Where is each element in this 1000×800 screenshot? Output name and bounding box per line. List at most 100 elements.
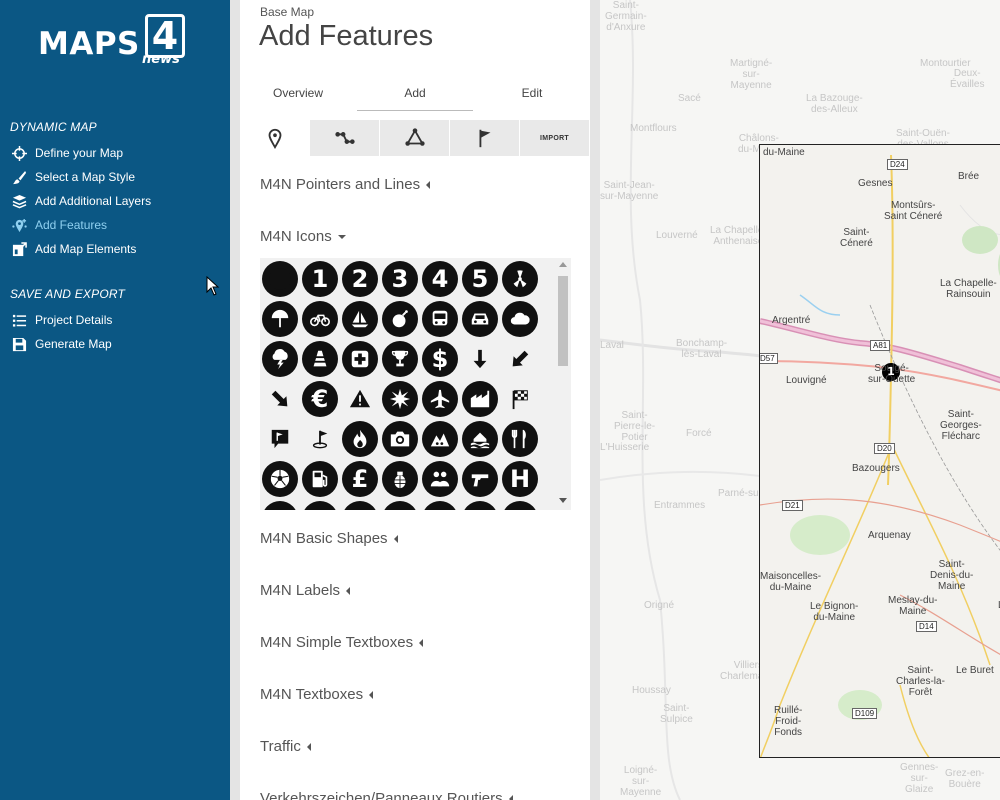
car-icon[interactable] (462, 301, 498, 337)
sidebar-item-define-map[interactable]: Define your Map (10, 143, 123, 163)
arrow-down-right-icon[interactable] (262, 381, 298, 417)
golf-flag-icon[interactable] (302, 421, 338, 457)
map-place-label: Saint- Pierre-le- Potier (614, 410, 656, 443)
scroll-thumb[interactable] (558, 276, 568, 366)
tool-import-button[interactable]: IMPORT (520, 120, 590, 156)
sidebar-item-map-elements[interactable]: Add Map Elements (10, 239, 136, 259)
map-place-label: La Chapelle- Rainsouin (940, 278, 997, 300)
icon-partial[interactable] (502, 501, 538, 510)
medical-cross-icon[interactable] (342, 341, 378, 377)
maps4news-logo[interactable]: MAPS 4 news (38, 14, 198, 74)
category-label: M4N Textboxes (260, 686, 364, 703)
icon-glyph[interactable]: $ (422, 341, 458, 377)
map-frame[interactable]: du-Maine Gesnes Montsûrs- Saint Céneré Brée… (759, 144, 1000, 758)
map-place-label: Saint- Céneré (840, 227, 873, 249)
tab-edit[interactable]: Edit (482, 86, 582, 100)
sidebar-item-add-features[interactable]: Add Features (10, 215, 107, 235)
grenade-icon[interactable] (382, 461, 418, 497)
category-label: M4N Icons (260, 228, 332, 245)
sailboat-icon[interactable] (342, 301, 378, 337)
cloud-icon[interactable] (502, 301, 538, 337)
tool-polyline-button[interactable] (310, 120, 380, 156)
restaurant-icon[interactable] (502, 421, 538, 457)
people-icon[interactable] (422, 461, 458, 497)
icon-glyph[interactable]: 1 (302, 261, 338, 297)
tool-polygon-button[interactable] (380, 120, 450, 156)
sidebar-item-label: Add Additional Layers (35, 194, 152, 208)
trophy-icon[interactable] (382, 341, 418, 377)
cone-icon[interactable] (302, 341, 338, 377)
sidebar-item-label: Project Details (35, 313, 113, 327)
fire-icon[interactable] (342, 421, 378, 457)
icon-partial[interactable] (422, 501, 458, 510)
soccer-ball-icon[interactable] (262, 461, 298, 497)
landslide-icon[interactable] (422, 421, 458, 457)
scroll-down-icon[interactable] (559, 498, 567, 503)
icon-glyph[interactable]: H (502, 461, 538, 497)
warning-icon[interactable] (342, 381, 378, 417)
icon-glyph[interactable]: 3 (382, 261, 418, 297)
map-place-label: Grez-en- Bouère (945, 768, 985, 790)
radiation-icon[interactable] (502, 261, 538, 297)
bus-icon[interactable] (422, 301, 458, 337)
icon-grid-scroll-area[interactable]: 1 2 3 4 5 $ € £ H (260, 258, 571, 510)
airplane-icon[interactable] (422, 381, 458, 417)
icon-partial[interactable] (302, 501, 338, 510)
category-simple-textboxes[interactable]: M4N Simple Textboxes (260, 634, 424, 651)
icon-partial[interactable] (342, 501, 378, 510)
bomb-icon[interactable] (382, 301, 418, 337)
caret-left-icon (419, 638, 424, 647)
panel-divider[interactable] (590, 0, 600, 800)
tab-overview[interactable]: Overview (248, 86, 348, 100)
save-icon (10, 336, 28, 352)
icon-glyph[interactable]: 4 (422, 261, 458, 297)
factory-icon[interactable] (462, 381, 498, 417)
sidebar-item-additional-layers[interactable]: Add Additional Layers (10, 191, 151, 211)
fuel-icon[interactable] (302, 461, 338, 497)
caret-left-icon (393, 534, 398, 543)
category-icons[interactable]: M4N Icons (260, 228, 346, 245)
icon-partial[interactable] (382, 501, 418, 510)
icon-partial[interactable] (462, 501, 498, 510)
category-labels[interactable]: M4N Labels (260, 582, 351, 599)
tool-pointer-button[interactable] (240, 120, 310, 156)
explosion-icon[interactable] (382, 381, 418, 417)
arrow-down-icon[interactable] (462, 341, 498, 377)
sidebar-item-project-details[interactable]: Project Details (10, 310, 112, 330)
flag-pin-icon[interactable] (262, 421, 298, 457)
icon-glyph[interactable]: € (302, 381, 338, 417)
sidebar-item-map-style[interactable]: Select a Map Style (10, 167, 135, 187)
icon-partial[interactable] (262, 501, 298, 510)
checkered-flag-icon[interactable] (502, 381, 538, 417)
bicycle-icon[interactable] (302, 301, 338, 337)
map-place-label: Ruillé- Froid- Fonds (774, 705, 803, 738)
dot-icon[interactable] (262, 261, 298, 297)
camera-icon[interactable] (382, 421, 418, 457)
category-basic-shapes[interactable]: M4N Basic Shapes (260, 530, 398, 547)
category-textboxes[interactable]: M4N Textboxes (260, 686, 374, 703)
beach-umbrella-icon[interactable] (262, 301, 298, 337)
sidebar-item-generate-map[interactable]: Generate Map (10, 334, 112, 354)
import-label: IMPORT (539, 134, 570, 142)
icon-glyph[interactable]: 2 (342, 261, 378, 297)
icon-grid-scrollbar[interactable] (555, 258, 571, 510)
category-verkehrszeichen[interactable]: Verkehrszeichen/Panneaux Routiers (260, 790, 513, 800)
category-traffic[interactable]: Traffic (260, 738, 311, 755)
storm-icon[interactable] (262, 341, 298, 377)
polyline-icon (334, 132, 355, 144)
feature-marker-1[interactable]: 1 (886, 365, 896, 379)
category-pointers-lines[interactable]: M4N Pointers and Lines (260, 176, 431, 193)
brush-icon (10, 169, 28, 185)
caret-left-icon (369, 690, 374, 699)
tool-flag-button[interactable] (450, 120, 520, 156)
scroll-up-icon[interactable] (559, 262, 567, 267)
tab-add[interactable]: Add (365, 86, 465, 100)
map-place-label: Bonchamp- lès-Laval (676, 338, 728, 360)
icon-glyph[interactable]: £ (342, 461, 378, 497)
icon-glyph[interactable]: 5 (462, 261, 498, 297)
gun-icon[interactable] (462, 461, 498, 497)
map-canvas[interactable]: Saint- Germain- d'Anxure Martigné- sur- M… (600, 0, 1000, 800)
arrow-down-left-icon[interactable] (502, 341, 538, 377)
breadcrumb[interactable]: Base Map (260, 5, 314, 19)
flood-icon[interactable] (462, 421, 498, 457)
